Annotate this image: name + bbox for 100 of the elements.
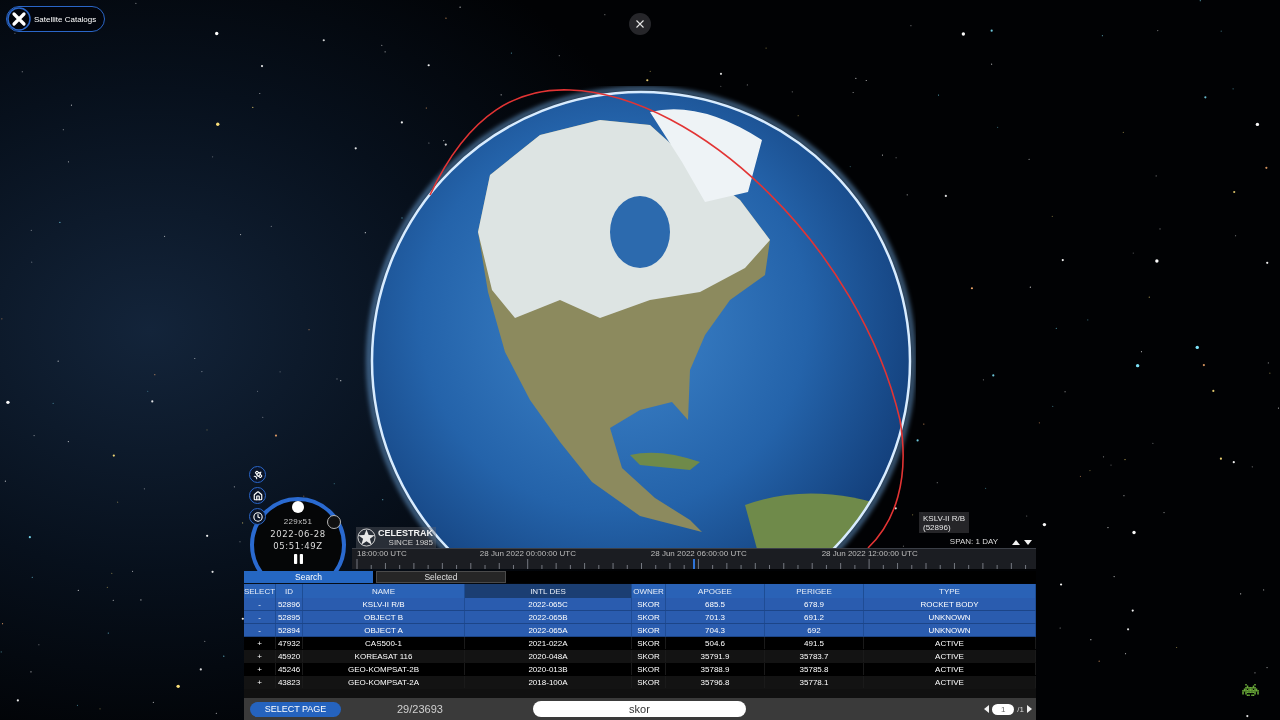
select-toggle[interactable]: + [244,650,276,662]
clock-icon [252,511,263,522]
time-marker[interactable] [693,559,695,569]
column-header[interactable]: PERIGEE [765,584,864,598]
select-toggle[interactable]: - [244,624,276,636]
table-cell: 45246 [276,663,303,675]
table-cell: SKOR [632,598,666,610]
table-cell: 701.3 [666,611,765,623]
table-cell: 35791.9 [666,650,765,662]
table-cell: GEO-KOMPSAT-2A [303,676,465,688]
column-header[interactable]: ID [276,584,303,598]
table-cell: 704.3 [666,624,765,636]
table-cell: 35788.9 [666,663,765,675]
timeline-track[interactable]: 18:00:00 UTC 28 Jun 2022 00:00:00 UTC 28 Jun 2022 06:00:00 UTC 28 Jun 2022 12:00:00 UTC [352,548,1036,569]
table-cell: 504.6 [666,637,765,649]
home-button[interactable] [249,487,266,504]
select-toggle[interactable]: + [244,676,276,688]
table-cell: 678.9 [765,598,864,610]
pause-icon[interactable] [293,554,303,564]
column-header[interactable]: APOGEE [666,584,765,598]
tab[interactable]: Selected [376,571,506,583]
caret-left-icon[interactable] [984,705,990,713]
table-cell: CAS500-1 [303,637,465,649]
column-header[interactable]: SELECT [244,584,276,598]
table-cell: 2020-048A [465,650,632,662]
table-row[interactable]: + 45246 GEO-KOMPSAT-2B 2020-013B SKOR 35788.9 35785.8 ACTIVE [244,663,1036,676]
timeline-label: 28 Jun 2022 00:00:00 UTC [479,549,576,558]
table-cell: ROCKET BODY [864,598,1036,610]
column-header[interactable]: OWNER [632,584,666,598]
table-cell: 491.5 [765,637,864,649]
table-cell: 35796.8 [666,676,765,688]
caret-right-icon[interactable] [1027,705,1032,713]
table-row[interactable]: - 52894 OBJECT A 2022-065A SKOR 704.3 692 UNKNOWN [244,624,1036,637]
select-toggle[interactable]: - [244,598,276,610]
table-row[interactable]: - 52896 KSLV-II R/B 2022-065C SKOR 685.5 678.9 ROCKET BODY [244,598,1036,611]
date-text: 2022-06-28 [270,528,326,540]
home-icon [252,490,263,501]
caret-down-icon[interactable] [1024,539,1032,545]
table-cell: 35778.1 [765,676,864,688]
caret-up-icon[interactable] [1012,539,1020,545]
column-header[interactable]: INTL DES [465,584,632,598]
table-cell: 35785.8 [765,663,864,675]
table-cell: SKOR [632,663,666,675]
tab[interactable]: Search [244,571,373,583]
select-toggle[interactable]: + [244,663,276,675]
table-cell: 2018-100A [465,676,632,688]
satellite-button[interactable] [249,466,266,483]
table-cell: ACTIVE [864,637,1036,649]
table-cell: 43823 [276,676,303,688]
table-cell: 2022-065A [465,624,632,636]
table-cell: UNKNOWN [864,624,1036,636]
table-cell: UNKNOWN [864,611,1036,623]
table-cell: 691.2 [765,611,864,623]
search-field[interactable]: skor [533,701,746,717]
page-field[interactable]: 1 [992,703,1015,715]
span-text: SPAN: 1 DAY [949,537,998,547]
time-text: 05:51:49Z [273,540,323,552]
table-row[interactable]: + 45920 KOREASAT 116 2020-048A SKOR 35791.9 35783.7 ACTIVE [244,650,1036,663]
clock-button[interactable] [249,508,266,525]
logo-tagline: SINCE 1985 [388,538,433,547]
cross-icon [7,7,31,31]
table-cell: 692 [765,624,864,636]
table-cell: 2021-022A [465,637,632,649]
timeline-label: 18:00:00 UTC [357,549,407,558]
logo-wordmark: CELESTRAK [378,528,433,538]
table-cell: SKOR [632,650,666,662]
satellite-name: KSLV-II R/B [923,513,966,523]
table-cell: 685.5 [666,598,765,610]
table-cell: ACTIVE [864,676,1036,688]
table-row[interactable]: - 52895 OBJECT B 2022-065B SKOR 701.3 691.2 UNKNOWN [244,611,1036,624]
timeline-label: 28 Jun 2022 06:00:00 UTC [650,549,747,558]
table-row[interactable]: + 43823 GEO-KOMPSAT-2A 2018-100A SKOR 35796.8 35778.1 ACTIVE [244,676,1036,689]
close-button[interactable] [629,13,651,35]
resolution-text: 229x51 [283,516,313,528]
column-header[interactable]: NAME [303,584,465,598]
select-toggle[interactable]: - [244,611,276,623]
result-count: 29/23693 [397,703,444,715]
select-page-button[interactable]: SELECT PAGE [250,701,341,717]
table-cell: SKOR [632,637,666,649]
star-emblem-icon [357,528,376,547]
table-cell: 2022-065B [465,611,632,623]
satellite-catalogs-button[interactable]: Satellite Catalogs [6,6,106,32]
table-cell: 2022-065C [465,598,632,610]
table-cell: 52896 [276,598,303,610]
select-toggle[interactable]: + [244,637,276,649]
table-cell: GEO-KOMPSAT-2B [303,663,465,675]
table-row[interactable]: + 47932 CAS500-1 2021-022A SKOR 504.6 491.5 ACTIVE [244,637,1036,650]
table-cell: 52894 [276,624,303,636]
table-cell: 47932 [276,637,303,649]
table-cell: 35783.7 [765,650,864,662]
timeline-label: 28 Jun 2022 12:00:00 UTC [821,549,918,558]
column-header[interactable]: TYPE [864,584,1036,598]
page-total: /1 [1017,704,1024,714]
table-cell: KOREASAT 116 [303,650,465,662]
table-cell: OBJECT A [303,624,465,636]
table-cell: 45920 [276,650,303,662]
table-cell: 52895 [276,611,303,623]
table-cell: ACTIVE [864,663,1036,675]
table-cell: ACTIVE [864,650,1036,662]
table-cell: 2020-013B [465,663,632,675]
